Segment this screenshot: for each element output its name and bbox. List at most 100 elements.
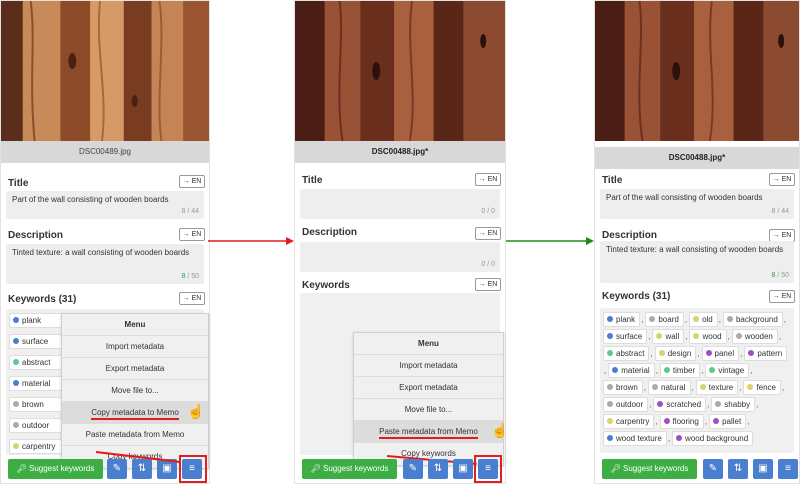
keyword-chip[interactable]: panel [701,346,740,361]
suggest-keywords-button[interactable]: 🔑︎ Suggest keywords [8,459,103,479]
sort-button[interactable]: ⇅ [132,459,152,479]
sort-button[interactable]: ⇅ [428,459,448,479]
menu-export-metadata[interactable]: Export metadata [354,377,503,399]
save-button[interactable]: ▣ [453,459,473,479]
keyword-separator: , [739,383,742,392]
title-value: Part of the wall consisting of wooden bo… [606,193,763,202]
description-count: 8 / 50 [181,273,199,280]
keyword-text: carpentry [616,417,650,426]
title-field[interactable]: Part of the wall consisting of wooden bo… [600,189,794,219]
keyword-chip[interactable]: natural [648,380,691,395]
title-field[interactable]: Part of the wall consisting of wooden bo… [6,191,204,219]
suggest-keywords-button[interactable]: 🔑︎ Suggest keywords [302,459,397,479]
keyword-chip[interactable]: material [608,363,655,378]
description-field[interactable]: Tinted texture: a wall consisting of woo… [6,244,204,284]
wood-photo-thumbnail[interactable] [295,1,505,141]
suggest-keywords-button[interactable]: 🔑︎ Suggest keywords [602,459,697,479]
translate-description-button[interactable]: → EN [475,227,501,240]
title-count: 8 / 44 [181,208,199,215]
wood-photo-thumbnail[interactable] [1,1,209,141]
keyword-chip[interactable]: fence [743,380,782,395]
menu-import-metadata[interactable]: Import metadata [62,336,208,358]
keyword-chip[interactable]: outdoor [9,418,69,433]
keyword-text: abstract [22,358,51,367]
title-field[interactable]: 0 / 0 [300,189,500,219]
keyword-chip[interactable]: pattern [744,346,788,361]
menu-import-metadata[interactable]: Import metadata [354,355,503,377]
keyword-separator: , [697,349,700,358]
keyword-chip[interactable]: pallet [709,414,747,429]
keyword-text: panel [714,349,735,358]
keywords-box[interactable]: plank, board, old, background , surface, wall,… [600,308,794,453]
keyword-chip[interactable]: carpentry [603,414,655,429]
keyword-separator: , [655,417,658,426]
keyword-chip[interactable]: flooring [659,414,704,429]
keyword-chip[interactable]: board [645,312,684,327]
keyword-color-dot [658,350,665,356]
keyword-text: wood [702,332,722,341]
translate-keywords-button[interactable]: → EN [475,278,501,291]
sort-button[interactable]: ⇅ [728,459,748,479]
save-button[interactable]: ▣ [753,459,773,479]
translate-keywords-button[interactable]: → EN [769,290,795,303]
keyword-text: material [22,379,51,388]
translate-title-button[interactable]: → EN [769,173,795,186]
keyword-chip[interactable]: carpentry [9,439,69,454]
keyword-chip[interactable]: wooden [731,329,778,344]
keyword-chip[interactable]: outdoor [603,397,649,412]
edit-button[interactable]: ✎ [107,459,127,479]
keyword-chip[interactable]: brown [9,397,69,412]
keyword-chip[interactable]: wood [689,329,727,344]
title-label: Title [8,178,29,189]
menu-export-metadata[interactable]: Export metadata [62,358,208,380]
keyword-color-dot [607,401,613,407]
keyword-text: texture [708,383,734,392]
keyword-text: plank [22,316,42,325]
keyword-chip[interactable]: abstract [603,346,650,361]
keyword-chip[interactable]: vintage [705,363,750,378]
menu-button[interactable]: ≡ [778,459,798,479]
hand-cursor-icon: ☝ [491,422,509,438]
keyword-text: outdoor [616,400,644,409]
menu-move-file[interactable]: Move file to... [62,380,208,402]
translate-keywords-button[interactable]: → EN [179,292,205,305]
keyword-text: shabby [724,400,751,409]
keyword-chip[interactable]: scratched [653,397,707,412]
keyword-chip[interactable]: abstract [9,355,69,370]
title-value: Part of the wall consisting of wooden bo… [12,195,169,204]
translate-title-button[interactable]: → EN [475,173,501,186]
keyword-color-dot [649,316,656,322]
description-field[interactable]: Tinted texture: a wall consisting of woo… [600,241,794,283]
keyword-chip[interactable]: texture [695,380,739,395]
keyword-text: background [735,315,778,324]
keyword-chip[interactable]: wall [652,329,685,344]
pencil-icon: ✎ [708,463,718,474]
keyword-chip[interactable]: background [722,312,783,327]
menu-move-file[interactable]: Move file to... [354,399,503,421]
edit-button[interactable]: ✎ [403,459,423,479]
keyword-chip[interactable]: shabby [711,397,756,412]
save-button[interactable]: ▣ [157,459,177,479]
keyword-chip[interactable]: design [654,346,697,361]
keyword-chip[interactable]: plank [9,313,69,328]
keyword-chip[interactable]: timber [659,363,701,378]
keyword-separator: , [667,434,671,443]
keyword-chip[interactable]: surface [9,334,69,349]
translate-description-button[interactable]: → EN [179,228,205,241]
keyword-chip[interactable]: plank [603,312,641,327]
keyword-chip[interactable]: old [689,312,718,327]
translate-title-button[interactable]: → EN [179,175,205,188]
keyword-chip[interactable]: wood background [672,431,754,446]
context-menu: Menu Import metadata Export metadata Mov… [61,313,209,469]
description-field[interactable]: 0 / 0 [300,242,500,272]
keyword-chip[interactable]: brown [603,380,643,395]
wood-photo-thumbnail[interactable] [595,1,799,141]
menu-paste-metadata-from-memo[interactable]: Paste metadata from Memo [354,421,503,443]
keyword-chip[interactable]: material [9,376,69,391]
edit-button[interactable]: ✎ [703,459,723,479]
keyword-chip[interactable]: surface [603,329,648,344]
keyword-separator: , [655,366,658,375]
keyword-chip[interactable]: wood texture [603,431,667,446]
keyword-color-dot [656,333,663,339]
menu-paste-metadata-from-memo[interactable]: Paste metadata from Memo [62,424,208,446]
